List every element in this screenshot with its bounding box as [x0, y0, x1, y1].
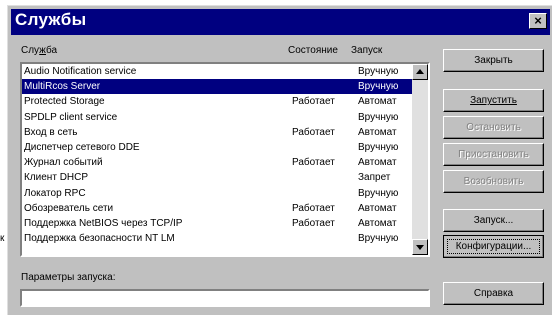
service-status: Работает: [292, 202, 335, 214]
service-name: MultiRcos Server: [24, 81, 101, 93]
service-status: Работает: [292, 217, 335, 229]
service-name: Protected Storage: [24, 96, 105, 108]
service-startup: Вручную: [358, 111, 399, 123]
service-startup: Запрет: [358, 172, 391, 184]
scroll-down-button[interactable]: [412, 239, 428, 255]
service-name: Локатор RPC: [24, 187, 86, 199]
service-startup: Вручную: [358, 81, 399, 93]
list-item[interactable]: Клиент DHCP Запрет: [22, 170, 412, 185]
service-name: Клиент DHCP: [24, 172, 89, 184]
close-button[interactable]: Закрыть: [443, 49, 544, 72]
pause-button[interactable]: Приостановить: [443, 143, 544, 166]
service-startup: Автомат: [358, 157, 397, 169]
list-item[interactable]: Audio Notification service Вручную: [22, 64, 412, 79]
list-item[interactable]: SPDLP client service Вручную: [22, 110, 412, 125]
vertical-scrollbar[interactable]: [412, 64, 428, 255]
list-item[interactable]: Обозреватель сети Работает Автомат: [22, 201, 412, 216]
list-item[interactable]: Поддержка безопасности NT LM Вручную: [22, 231, 412, 246]
hardware-profiles-button[interactable]: Конфигурации...: [443, 235, 544, 258]
services-dialog: Службы × Служба Состояние Запуск Audio N…: [7, 5, 552, 315]
service-name: SPDLP client service: [24, 111, 118, 123]
column-header-status: Состояние: [288, 45, 338, 56]
start-button-label: Запустить: [470, 95, 517, 106]
background-text-fragment: к: [0, 233, 5, 244]
service-startup: Автомат: [358, 126, 397, 138]
column-header-service: Служба: [21, 45, 58, 56]
service-startup: Вручную: [358, 66, 399, 77]
service-status: Работает: [292, 157, 335, 169]
stop-button[interactable]: Остановить: [443, 116, 544, 139]
service-status: Работает: [292, 126, 335, 138]
list-item[interactable]: Локатор RPC Вручную: [22, 186, 412, 201]
service-name: Вход в сеть: [24, 126, 78, 138]
service-name: Обозреватель сети: [24, 202, 114, 214]
resume-button[interactable]: Возобновить: [443, 170, 544, 193]
list-item[interactable]: Поддержка NetBIOS через TCP/IP Работает Ав…: [22, 216, 412, 231]
arrow-up-icon: [416, 69, 424, 74]
service-name: Журнал событий: [24, 157, 103, 169]
arrow-down-icon: [416, 245, 424, 250]
list-item[interactable]: Журнал событий Работает Автомат: [22, 155, 412, 170]
column-header-startup: Запуск: [351, 45, 383, 56]
scroll-up-button[interactable]: [412, 64, 428, 80]
help-button[interactable]: Справка: [443, 282, 544, 305]
service-startup: Вручную: [358, 141, 399, 153]
service-startup: Вручную: [358, 187, 399, 199]
startup-params-label: Параметры запуска:: [21, 272, 116, 283]
service-startup: Автомат: [358, 202, 397, 214]
service-status: Работает: [292, 96, 335, 108]
focus-rect: [447, 239, 540, 254]
list-item[interactable]: Диспетчер сетевого DDE Вручную: [22, 140, 412, 155]
services-rows: Audio Notification service Вручную MultiRc…: [22, 64, 412, 246]
service-startup: Автомат: [358, 217, 397, 229]
service-name: Поддержка безопасности NT LM: [24, 233, 175, 245]
service-name: Поддержка NetBIOS через TCP/IP: [24, 217, 183, 229]
window-title: Службы: [15, 10, 87, 29]
close-icon[interactable]: ×: [529, 13, 547, 29]
service-name: Диспетчер сетевого DDE: [24, 141, 140, 153]
service-startup: Автомат: [358, 96, 397, 108]
list-item[interactable]: Вход в сеть Работает Автомат: [22, 125, 412, 140]
startup-params-input[interactable]: [20, 289, 430, 307]
startup-button[interactable]: Запуск...: [443, 209, 544, 232]
start-button[interactable]: Запустить: [443, 89, 544, 112]
service-name: Audio Notification service: [24, 66, 137, 77]
service-startup: Вручную: [358, 233, 399, 245]
title-bar: Службы ×: [11, 9, 550, 35]
services-list[interactable]: Audio Notification service Вручную MultiRc…: [20, 62, 430, 257]
list-item[interactable]: MultiRcos Server Вручную: [22, 79, 412, 95]
list-item[interactable]: Protected Storage Работает Автомат: [22, 94, 412, 109]
